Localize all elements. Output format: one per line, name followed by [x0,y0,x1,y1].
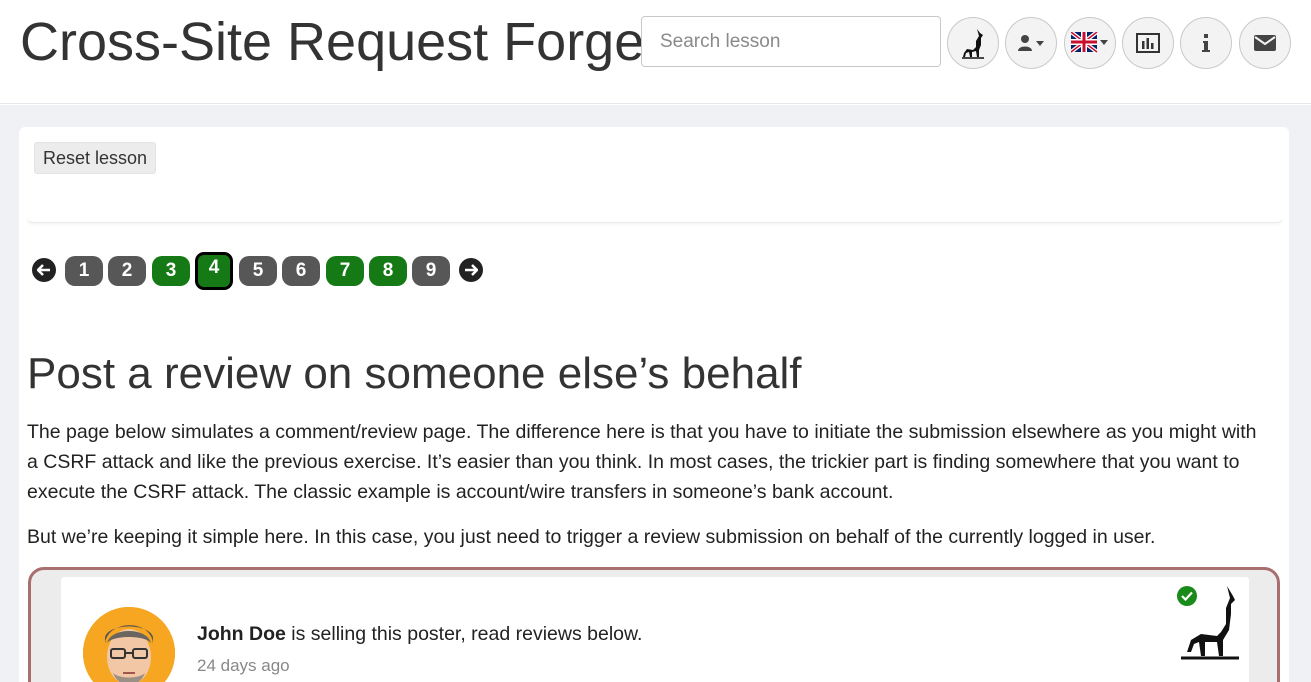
arrow-right-icon [465,264,478,276]
header: Cross-Site Request Forgeries [0,0,1311,104]
reset-lesson-button[interactable]: Reset lesson [34,142,157,174]
page-button-5[interactable]: 5 [239,256,277,286]
lesson-heading: Post a review on someone else’s behalf [27,349,802,398]
uk-flag-icon [1071,32,1108,54]
page-button-3[interactable]: 3 [152,256,190,286]
page-button-9[interactable]: 9 [412,256,450,286]
bar-chart-icon [1136,33,1160,53]
howling-wolf-icon [1181,586,1239,660]
envelope-icon [1254,35,1276,51]
lesson-paragraph-2: But we’re keeping it simple here. In thi… [27,526,1156,548]
page-button-8[interactable]: 8 [369,256,407,286]
cartoon-man-avatar-icon [83,607,175,682]
previous-page-button[interactable] [32,258,56,282]
language-button[interactable] [1064,17,1116,69]
arrow-left-icon [37,264,50,276]
lesson-content: Reset lesson 1 2 3 4 5 6 7 8 9 Post a re… [19,127,1289,682]
lesson-title: Cross-Site Request Forgeries [20,12,642,72]
about-button[interactable] [1180,17,1232,69]
review-text: is selling this poster, read reviews bel… [285,623,643,645]
info-icon [1202,34,1210,52]
main-area: Reset lesson 1 2 3 4 5 6 7 8 9 Post a re… [0,105,1311,682]
review-card: John Doe is selling this poster, read re… [61,577,1249,682]
avatar [83,607,175,682]
seller-name: John Doe [197,623,286,645]
page-button-2[interactable]: 2 [108,256,146,286]
wolf-home-button[interactable] [947,17,999,69]
page-button-1[interactable]: 1 [65,256,103,286]
lesson-paragraph-1: The page below simulates a comment/revie… [27,421,1257,503]
page-button-7[interactable]: 7 [326,256,364,286]
review-description: John Doe is selling this poster, read re… [197,623,642,646]
wolf-icon [962,29,984,59]
page-button-4[interactable]: 4 [195,252,233,290]
user-icon [1018,35,1044,51]
divider [27,217,1283,223]
contact-button[interactable] [1239,17,1291,69]
page-button-6[interactable]: 6 [282,256,320,286]
review-widget: John Doe is selling this poster, read re… [28,567,1280,682]
report-card-button[interactable] [1122,17,1174,69]
next-page-button[interactable] [459,258,483,282]
user-menu-button[interactable] [1005,17,1057,69]
review-timestamp: 24 days ago [197,656,290,675]
search-input[interactable] [641,16,941,67]
